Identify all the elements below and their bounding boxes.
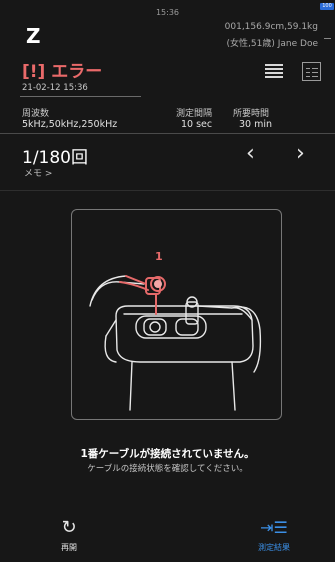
results-button[interactable]: ⇥☰ 測定結果 <box>234 518 314 553</box>
cable-illustration-frame: 1 <box>71 209 282 420</box>
frequency-value: 5kHz,50kHz,250kHz <box>22 119 118 130</box>
results-export-icon: ⇥☰ <box>260 518 288 537</box>
restart-button[interactable]: ↻ 再開 <box>29 518 109 553</box>
previous-chevron-icon[interactable]: ‹ <box>246 141 255 166</box>
results-label: 測定結果 <box>258 543 290 552</box>
restart-label: 再開 <box>61 543 77 552</box>
app-logo: Z <box>26 24 41 48</box>
error-datetime: 21-02-12 15:36 <box>22 83 88 93</box>
user-id-stats: 001,156.9cm,59.1kg <box>224 22 318 32</box>
battery-icon: 100 <box>320 3 334 10</box>
error-message-subtitle: ケーブルの接続状態を確認してください。 <box>87 464 248 474</box>
interval-value: 10 sec <box>181 119 213 130</box>
next-chevron-icon[interactable]: › <box>296 141 305 166</box>
cable-number-label: 1 <box>155 250 163 263</box>
status-time: 15:36 <box>155 8 180 17</box>
list-view-icon[interactable] <box>265 64 283 80</box>
error-divider <box>20 96 141 97</box>
error-message-title: 1番ケーブルが接続されていません。 <box>80 448 255 460</box>
duration-value: 30 min <box>239 119 273 130</box>
collapse-icon[interactable] <box>324 38 331 39</box>
settings-divider <box>0 133 335 134</box>
error-title: [!] エラー <box>22 62 103 82</box>
frequency-label: 周波数 <box>22 109 50 119</box>
device-cable-illustration: 1 <box>89 250 262 411</box>
interval-label: 測定間隔 <box>176 109 213 119</box>
count-divider <box>0 190 335 191</box>
measurement-count: 1/180回 <box>22 148 88 168</box>
user-profile-name: (女性,51歳) Jane Doe <box>226 39 318 49</box>
refresh-icon: ↻ <box>61 517 77 538</box>
table-view-icon[interactable] <box>302 62 321 81</box>
duration-label: 所要時間 <box>233 109 270 119</box>
cable-plug-highlight <box>154 280 162 288</box>
memo-link[interactable]: メモ > <box>24 166 52 179</box>
